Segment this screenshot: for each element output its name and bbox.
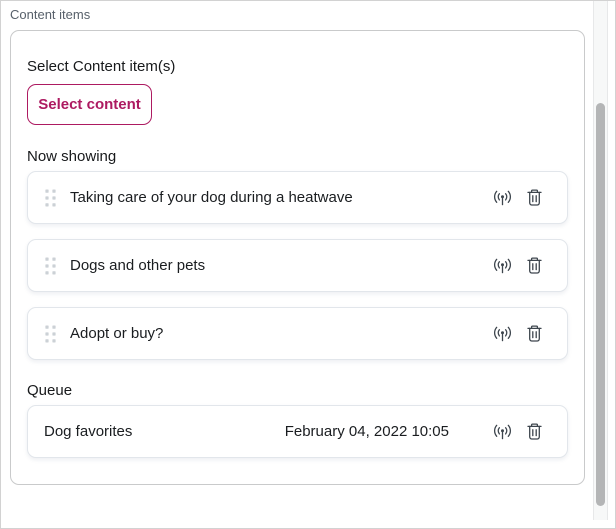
now-showing-row: Dogs and other pets bbox=[27, 239, 568, 292]
drag-handle-icon[interactable] bbox=[45, 189, 56, 207]
scrollbar-thumb[interactable] bbox=[596, 103, 605, 506]
content-item-title: Dogs and other pets bbox=[70, 257, 492, 274]
broadcast-icon[interactable] bbox=[492, 258, 513, 274]
trash-icon[interactable] bbox=[526, 324, 543, 343]
select-content-items-label: Select Content item(s) bbox=[27, 57, 568, 76]
content-items-panel: Select Content item(s) Select content No… bbox=[10, 30, 585, 485]
broadcast-icon[interactable] bbox=[492, 190, 513, 206]
content-item-title: Dog favorites bbox=[44, 423, 285, 440]
now-showing-row: Taking care of your dog during a heatwav… bbox=[27, 171, 568, 224]
vertical-scrollbar[interactable] bbox=[593, 1, 608, 520]
content-item-title: Taking care of your dog during a heatwav… bbox=[70, 189, 492, 206]
trash-icon[interactable] bbox=[526, 422, 543, 441]
queue-list: Dog favorites February 04, 2022 10:05 bbox=[27, 405, 568, 458]
now-showing-row: Adopt or buy? bbox=[27, 307, 568, 360]
scheduled-timestamp: February 04, 2022 10:05 bbox=[285, 423, 449, 440]
trash-icon[interactable] bbox=[526, 188, 543, 207]
broadcast-icon[interactable] bbox=[492, 326, 513, 342]
queue-row: Dog favorites February 04, 2022 10:05 bbox=[27, 405, 568, 458]
drag-handle-icon[interactable] bbox=[45, 257, 56, 275]
drag-handle-icon[interactable] bbox=[45, 325, 56, 343]
now-showing-list: Taking care of your dog during a heatwav… bbox=[27, 171, 568, 360]
trash-icon[interactable] bbox=[526, 256, 543, 275]
content-items-section-label: Content items bbox=[10, 7, 90, 22]
queue-label: Queue bbox=[27, 381, 568, 400]
content-item-title: Adopt or buy? bbox=[70, 325, 492, 342]
broadcast-icon[interactable] bbox=[492, 424, 513, 440]
now-showing-label: Now showing bbox=[27, 147, 568, 166]
select-content-button[interactable]: Select content bbox=[27, 84, 152, 125]
